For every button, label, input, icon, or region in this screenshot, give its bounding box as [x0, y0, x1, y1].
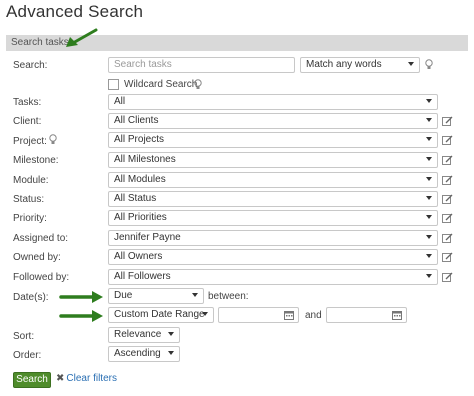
client-value: All Clients — [114, 115, 159, 126]
filter-label-owned: Owned by: — [13, 252, 61, 263]
filter-label-assigned: Assigned to: — [13, 233, 69, 244]
followed-value: All Followers — [114, 271, 171, 282]
annotation-arrow-icon — [59, 310, 103, 322]
chevron-down-icon — [426, 137, 432, 141]
priority-value: All Priorities — [114, 212, 167, 223]
lightbulb-icon[interactable] — [425, 59, 433, 70]
sort-select[interactable]: Relevance — [108, 327, 180, 343]
assigned-select[interactable]: Jennifer Payne — [108, 230, 438, 246]
date-type-select[interactable]: Due — [108, 288, 204, 304]
filter-label-project: Project: — [13, 136, 47, 147]
chevron-down-icon — [202, 312, 208, 316]
filter-label-status: Status: — [13, 194, 45, 205]
chevron-down-icon — [426, 235, 432, 239]
page-title: Advanced Search — [6, 2, 144, 21]
edit-icon[interactable] — [442, 252, 453, 263]
edit-icon[interactable] — [442, 155, 453, 166]
filter-label-milestone: Milestone: — [13, 155, 59, 166]
edit-icon[interactable] — [442, 116, 453, 127]
filter-label-client: Client: — [13, 116, 42, 127]
chevron-down-icon — [192, 293, 198, 297]
edit-icon[interactable] — [442, 135, 453, 146]
wildcard-checkbox[interactable] — [108, 79, 119, 90]
chevron-down-icon — [168, 351, 174, 355]
owned-select[interactable]: All Owners — [108, 249, 438, 265]
calendar-icon[interactable] — [392, 310, 402, 320]
filter-label-followed: Followed by: — [13, 272, 70, 283]
priority-select[interactable]: All Priorities — [108, 210, 438, 226]
order-select[interactable]: Ascending — [108, 346, 180, 362]
order-label: Order: — [13, 350, 42, 361]
filter-label-module: Module: — [13, 175, 49, 186]
match-mode-value: Match any words — [306, 59, 382, 70]
search-button[interactable]: Search — [13, 372, 51, 388]
chevron-down-icon — [426, 157, 432, 161]
clear-filters-label: Clear filters — [66, 373, 117, 384]
sort-label: Sort: — [13, 331, 35, 342]
edit-icon[interactable] — [442, 213, 453, 224]
clear-filters-link[interactable]: ✖ Clear filters — [56, 373, 117, 384]
status-select[interactable]: All Status — [108, 191, 438, 207]
module-value: All Modules — [114, 174, 166, 185]
date-type-value: Due — [114, 290, 133, 301]
edit-icon[interactable] — [442, 175, 453, 186]
chevron-down-icon — [426, 118, 432, 122]
search-label: Search: — [13, 60, 48, 71]
module-select[interactable]: All Modules — [108, 172, 438, 188]
close-icon: ✖ — [56, 373, 65, 384]
order-value: Ascending — [114, 348, 161, 359]
status-value: All Status — [114, 193, 157, 204]
edit-icon[interactable] — [442, 272, 453, 283]
edit-icon[interactable] — [442, 194, 453, 205]
dates-label: Date(s): — [13, 292, 49, 303]
chevron-down-icon — [426, 99, 432, 103]
chevron-down-icon — [426, 196, 432, 200]
milestone-value: All Milestones — [114, 154, 176, 165]
edit-icon[interactable] — [442, 233, 453, 244]
lightbulb-icon[interactable] — [194, 79, 202, 90]
chevron-down-icon — [426, 254, 432, 258]
match-mode-select[interactable]: Match any words — [300, 57, 420, 73]
client-select[interactable]: All Clients — [108, 113, 438, 129]
chevron-down-icon — [426, 215, 432, 219]
chevron-down-icon — [426, 177, 432, 181]
annotation-arrow-icon — [66, 28, 98, 47]
date-range-select[interactable]: Custom Date Range — [108, 307, 214, 323]
assigned-value: Jennifer Payne — [114, 232, 181, 243]
annotation-arrow-icon — [59, 291, 103, 303]
and-label: and — [305, 310, 322, 321]
date-range-value: Custom Date Range — [114, 309, 205, 320]
chevron-down-icon — [168, 332, 174, 336]
project-value: All Projects — [114, 134, 165, 145]
between-label: between: — [208, 291, 249, 302]
chevron-down-icon — [408, 62, 414, 66]
search-input[interactable]: Search tasks — [108, 57, 295, 73]
section-label: Search tasks — [11, 37, 69, 48]
filter-label-tasks: Tasks: — [13, 97, 42, 108]
owned-value: All Owners — [114, 251, 163, 262]
followed-select[interactable]: All Followers — [108, 269, 438, 285]
calendar-icon[interactable] — [284, 310, 294, 320]
chevron-down-icon — [426, 274, 432, 278]
wildcard-label: Wildcard Search — [124, 79, 198, 90]
project-select[interactable]: All Projects — [108, 132, 438, 148]
sort-value: Relevance — [114, 329, 162, 340]
tasks-value: All — [114, 96, 126, 107]
lightbulb-icon[interactable] — [49, 134, 57, 145]
milestone-select[interactable]: All Milestones — [108, 152, 438, 168]
tasks-select[interactable]: All — [108, 94, 438, 110]
filter-label-priority: Priority: — [13, 213, 47, 224]
